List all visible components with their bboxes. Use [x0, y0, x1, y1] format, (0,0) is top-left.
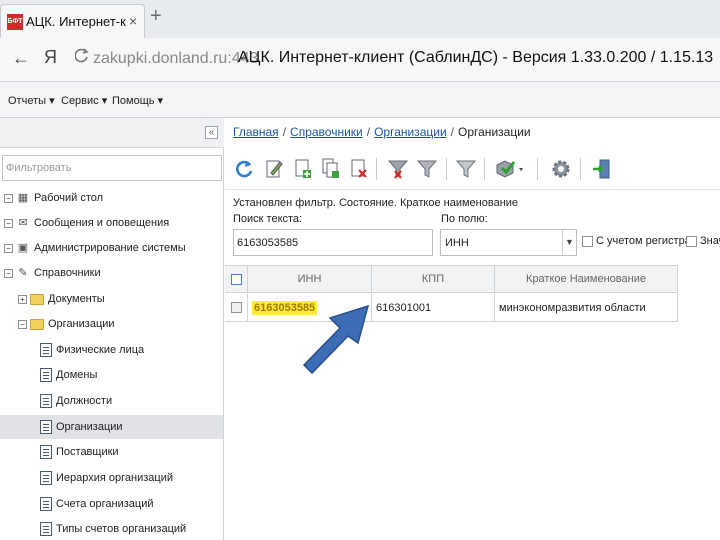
annotation-arrow-icon: [302, 304, 370, 375]
